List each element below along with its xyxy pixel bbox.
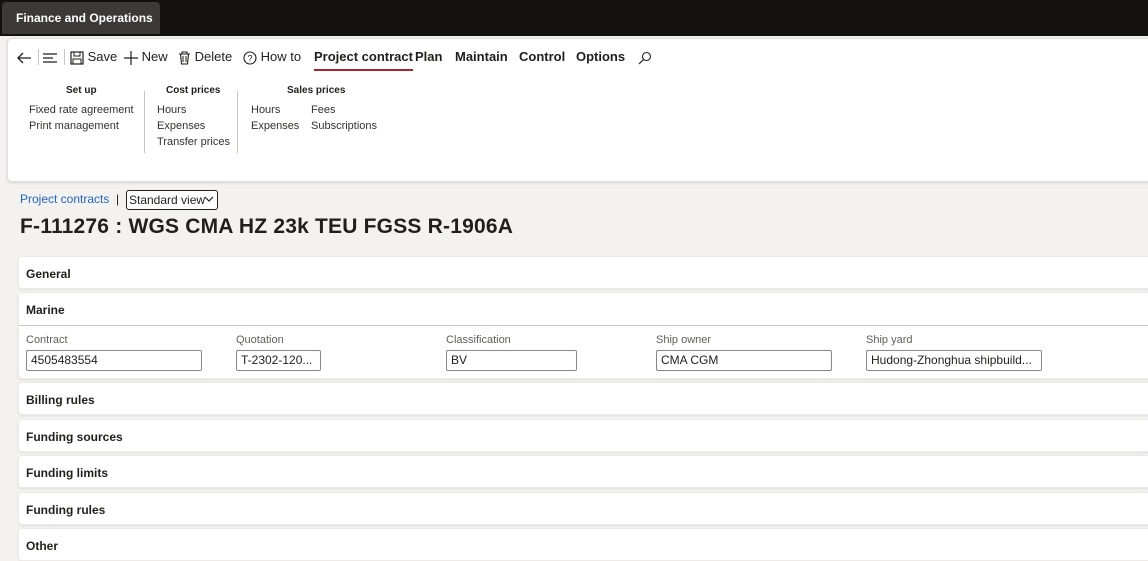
group-divider (237, 91, 238, 153)
view-selector[interactable]: Standard view (126, 190, 218, 210)
section-marine: Marine Contract 4505483554 Quotation T-2… (18, 292, 1148, 379)
how-to-label: How to (260, 49, 302, 64)
top-bar: Finance and Operations (0, 0, 1148, 36)
cost-expenses-button[interactable]: Expenses (157, 120, 205, 132)
chevron-down-icon (204, 196, 214, 202)
back-button[interactable] (16, 47, 32, 67)
how-to-button[interactable]: ? How to (243, 47, 301, 67)
tab-control[interactable]: Control (519, 47, 565, 67)
section-funding-limits[interactable]: Funding limits (18, 455, 1148, 488)
toolbar: Save New Delete ? How to Project contrac… (8, 39, 1148, 75)
section-other-label: Other (26, 539, 59, 553)
view-selector-label: Standard view (129, 193, 206, 207)
hamburger-icon (43, 52, 57, 63)
ship-owner-field[interactable]: CMA CGM (656, 350, 832, 371)
delete-label: Delete (194, 49, 233, 64)
quotation-label: Quotation (236, 334, 284, 346)
back-arrow-icon (17, 52, 31, 64)
delete-button[interactable]: Delete (178, 47, 232, 67)
classification-field[interactable]: BV (446, 350, 577, 371)
fees-button[interactable]: Fees (311, 104, 335, 116)
section-billing-rules-label: Billing rules (26, 393, 95, 407)
contract-field[interactable]: 4505483554 (26, 350, 202, 371)
help-icon: ? (243, 51, 257, 65)
classification-label: Classification (446, 334, 511, 346)
section-divider (19, 325, 1148, 326)
ship-yard-field[interactable]: Hudong-Zhonghua shipbuild... (866, 350, 1042, 371)
ship-owner-label: Ship owner (656, 334, 712, 346)
svg-text:?: ? (247, 53, 252, 63)
search-icon (638, 51, 652, 64)
save-button[interactable]: Save (70, 47, 117, 67)
section-funding-limits-label: Funding limits (26, 466, 108, 480)
breadcrumb-separator: | (116, 192, 120, 206)
section-funding-rules[interactable]: Funding rules (18, 492, 1148, 525)
toolbar-separator (64, 49, 65, 65)
toolbar-separator (38, 49, 39, 65)
tab-plan[interactable]: Plan (415, 47, 442, 67)
group-divider (144, 91, 145, 153)
plus-icon (124, 50, 138, 65)
section-funding-rules-label: Funding rules (26, 503, 106, 517)
tab-project-contract[interactable]: Project contract (314, 47, 413, 71)
section-billing-rules[interactable]: Billing rules (18, 382, 1148, 415)
section-general[interactable]: General (18, 256, 1148, 289)
section-general-label: General (26, 267, 71, 281)
save-label: Save (87, 49, 118, 64)
contract-label: Contract (26, 334, 68, 346)
section-funding-sources[interactable]: Funding sources (18, 419, 1148, 452)
section-marine-label[interactable]: Marine (26, 303, 65, 317)
section-funding-sources-label: Funding sources (26, 430, 123, 444)
fixed-rate-agreement-button[interactable]: Fixed rate agreement (29, 104, 134, 116)
subscriptions-button[interactable]: Subscriptions (311, 120, 377, 132)
breadcrumb-project-contracts[interactable]: Project contracts (20, 192, 109, 206)
group-cost-prices-title: Cost prices (166, 85, 221, 96)
save-icon (70, 50, 84, 65)
group-setup-title: Set up (66, 85, 97, 96)
search-button[interactable] (638, 47, 652, 67)
transfer-prices-button[interactable]: Transfer prices (157, 136, 230, 148)
tab-maintain[interactable]: Maintain (455, 47, 508, 67)
section-other[interactable]: Other (18, 528, 1148, 561)
ship-yard-label: Ship yard (866, 334, 913, 346)
page-title: F-111276 : WGS CMA HZ 23k TEU FGSS R-190… (20, 215, 514, 238)
new-button[interactable]: New (124, 47, 168, 67)
new-label: New (141, 49, 168, 64)
quotation-field[interactable]: T-2302-120... (236, 350, 321, 371)
tab-options[interactable]: Options (576, 47, 625, 67)
trash-icon (179, 51, 190, 65)
cost-hours-button[interactable]: Hours (157, 104, 186, 116)
sales-expenses-button[interactable]: Expenses (251, 120, 299, 132)
action-pane: Save New Delete ? How to Project contrac… (7, 38, 1148, 182)
sales-hours-button[interactable]: Hours (251, 104, 280, 116)
print-management-button[interactable]: Print management (29, 120, 119, 132)
menu-button[interactable] (42, 47, 58, 67)
app-title[interactable]: Finance and Operations (2, 2, 160, 34)
group-sales-prices-title: Sales prices (287, 85, 346, 96)
